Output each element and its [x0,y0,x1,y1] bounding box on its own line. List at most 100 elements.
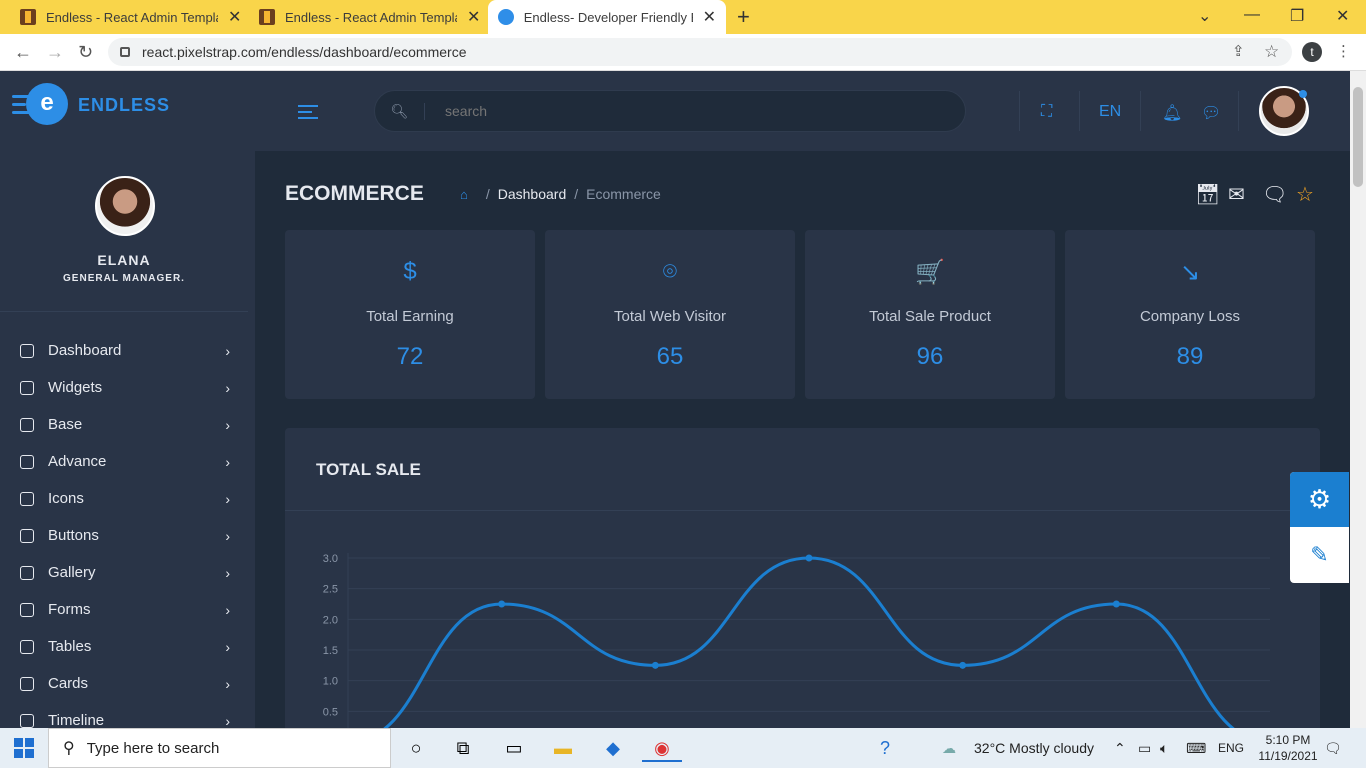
chevron-right-icon: › [225,379,230,396]
sidebar-item-timeline[interactable]: Timeline › [0,702,248,728]
keyboard-icon[interactable]: ⌨ [1186,728,1206,768]
calendar-icon[interactable]: 📅︎ [1195,182,1220,207]
close-tab-icon[interactable]: ✕ [703,7,716,27]
back-icon[interactable]: ← [14,42,32,63]
tab-favicon-icon [20,9,36,25]
vscode-icon[interactable]: ◆ [593,734,633,762]
search-input[interactable] [445,103,925,119]
series-line [382,556,1236,728]
fullscreen-icon[interactable]: ⛶ [1041,103,1052,121]
sidebar-item-label: Base [48,416,83,433]
stat-label: Total Earning [366,308,454,325]
sidebar-item-label: Buttons [48,527,99,544]
chrome-icon[interactable]: ◉ [642,734,682,762]
new-tab-icon[interactable]: + [737,4,750,30]
browser-profile-avatar[interactable]: t [1302,42,1322,62]
app-root: e ENDLESS 🔍︎ ⛶ EN 🔔︎ 💬︎ ELANA GENERAL MA… [0,71,1350,728]
sidebar-item-label: Advance [48,453,107,470]
forward-icon[interactable]: → [46,42,64,63]
user-avatar[interactable] [1259,86,1309,136]
map-pin-icon: ⌾ [662,258,678,285]
sidebar-item-advance[interactable]: Advance › [0,443,248,480]
sidebar-item-widgets[interactable]: Widgets › [0,369,248,406]
brand-name: ENDLESS [78,94,171,115]
sidebar-item-dashboard[interactable]: Dashboard › [0,332,248,369]
browser-tab-1[interactable]: Endless - React Admin Template ✕ [10,0,251,34]
weather-text[interactable]: 32°C Mostly cloudy [974,728,1094,768]
page-scrollbar[interactable] [1350,71,1366,728]
data-point [805,554,813,562]
settings-gear-icon[interactable]: ⚙ [1290,472,1349,527]
airplay-icon [20,380,34,395]
volume-icon[interactable]: 🔈︎ [1160,728,1168,768]
total-sale-card: TOTAL SALE 3.0 2.5 2.0 1.5 1.0 0.5 [285,428,1320,728]
task-view-icon[interactable]: ⧉ [443,734,483,762]
close-window-icon[interactable]: ✕ [1336,6,1349,26]
cloud-icon [20,528,34,543]
book-icon [20,676,34,691]
language-indicator[interactable]: ENG [1218,728,1244,768]
sidebar-item-base[interactable]: Base › [0,406,248,443]
battery-icon[interactable]: ▭ [1138,728,1151,768]
tab-search-icon[interactable]: ⌄ [1198,6,1211,26]
sidebar-item-label: Gallery [48,564,96,581]
customizer-tool-icon[interactable]: ✎ [1290,527,1349,583]
customizer-panel: ⚙ ✎ [1290,472,1349,583]
chat-icon[interactable]: 💬︎ [1201,103,1221,123]
cortana-icon[interactable]: ○ [396,734,436,762]
close-tab-icon[interactable]: ✕ [467,7,480,27]
notification-bell-icon[interactable]: 🔔︎ [1162,103,1182,123]
breadcrumb-dashboard[interactable]: Dashboard [498,186,567,202]
bookmark-star-icon[interactable]: ☆ [1264,42,1279,62]
file-explorer-icon[interactable]: ▬ [543,734,583,762]
scrollbar-thumb[interactable] [1353,87,1363,187]
tray-chevron-icon[interactable]: ⌃ [1114,728,1126,768]
sidebar-item-label: Tables [48,638,92,655]
browser-tab-2[interactable]: Endless - React Admin Template ✕ [249,0,490,34]
notifications-icon[interactable]: 🗨︎ [1324,728,1342,768]
chevron-right-icon: › [225,601,230,618]
language-selector[interactable]: EN [1099,103,1121,121]
browser-tab-3[interactable]: Endless- Developer Friendly Best ✕ [488,0,726,34]
tab-title: Endless - React Admin Template [46,9,218,25]
sidebar-item-label: Icons [48,490,84,507]
browser-menu-icon[interactable]: ⋮ [1336,42,1351,60]
brand-logo[interactable]: e ENDLESS [12,83,170,127]
sidebar-item-forms[interactable]: Forms › [0,591,248,628]
app-terminal-icon[interactable]: ▭ [494,734,534,762]
sidebar-item-gallery[interactable]: Gallery › [0,554,248,591]
dollar-icon: $ [403,258,417,285]
close-tab-icon[interactable]: ✕ [228,7,241,27]
reload-icon[interactable]: ↻ [78,42,93,63]
tab-title: Endless- Developer Friendly Best [523,9,693,25]
sidebar-item-label: Cards [48,675,89,692]
mail-icon[interactable]: ✉ [1228,182,1245,207]
sidebar-item-tables[interactable]: Tables › [0,628,248,665]
system-clock[interactable]: 5:10 PM 11/19/2021 [1258,732,1318,764]
taskbar-search[interactable]: ⚲ Type here to search [48,728,391,768]
stat-value: 89 [1176,343,1204,370]
url-field[interactable]: react.pixelstrap.com/endless/dashboard/e… [108,38,1292,66]
sidebar-item-cards[interactable]: Cards › [0,665,248,702]
share-icon[interactable]: ⇪ [1232,42,1245,60]
sidebar-item-icons[interactable]: Icons › [0,480,248,517]
stat-value: 96 [916,343,944,370]
star-icon[interactable]: ☆ [1296,182,1314,207]
y-tick-label: 2.5 [323,584,338,596]
y-tick-label: 1.5 [323,645,338,657]
browser-tab-bar: Endless - React Admin Template ✕ Endless… [0,0,1366,34]
sidebar: ELANA GENERAL MANAGER. Dashboard › Widget… [0,151,255,728]
windows-start-icon[interactable] [14,738,34,758]
maximize-icon[interactable]: ❐ [1290,6,1304,26]
command-icon [20,491,34,506]
data-point [498,600,506,608]
weather-icon[interactable]: ☁ [942,728,956,768]
sidebar-item-buttons[interactable]: Buttons › [0,517,248,554]
app-header: e ENDLESS 🔍︎ ⛶ EN 🔔︎ 💬︎ [0,71,1350,151]
message-square-icon[interactable]: 🗨︎ [1262,182,1287,207]
home-icon[interactable]: ⌂ [460,187,468,202]
image-icon [20,565,34,580]
help-icon[interactable]: ? [880,728,890,768]
minimize-icon[interactable]: — [1244,6,1260,24]
menu-toggle-icon[interactable] [298,105,318,123]
